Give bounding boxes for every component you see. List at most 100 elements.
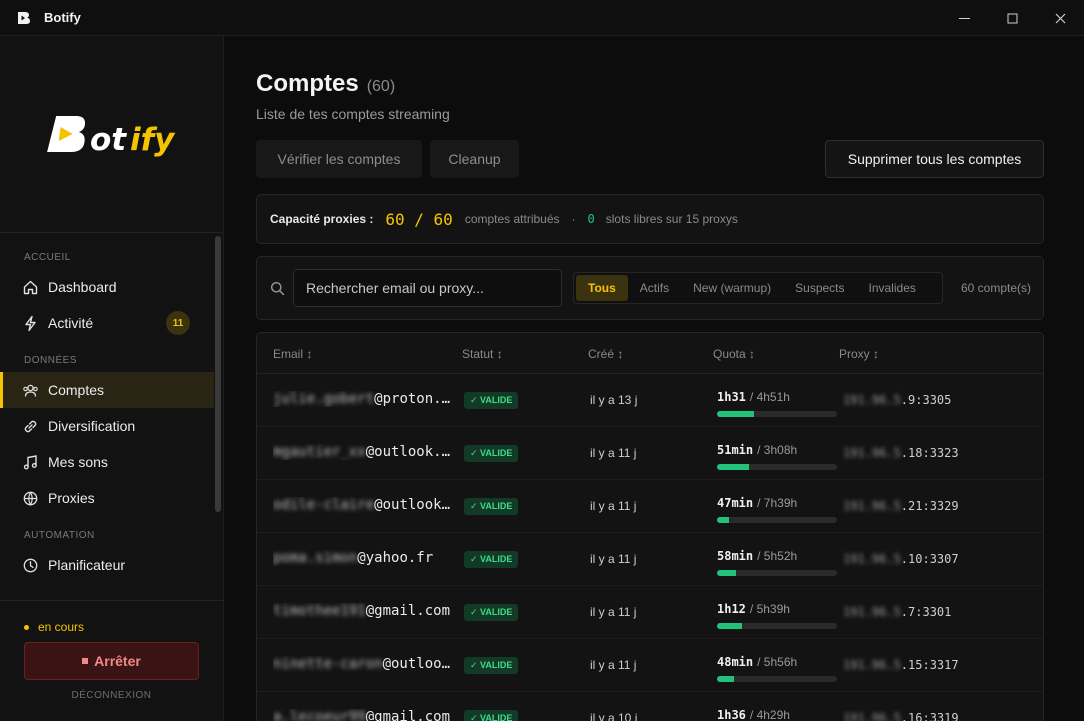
quota-total: / 7h39h (757, 496, 798, 510)
email-masked: poma.simon (273, 550, 358, 566)
column-header-proxy[interactable]: Proxy ↕ (839, 347, 879, 361)
sidebar-item-label: Activité (48, 315, 94, 331)
tab-new-warmup[interactable]: New (warmup) (681, 275, 783, 301)
sidebar-scrollbar[interactable] (214, 234, 222, 600)
account-email: julie.gobert@proton.… (273, 391, 453, 407)
table-row[interactable]: ninette-caron@outloo… ✓ VALIDE il y a 11… (257, 639, 1043, 692)
tab-actifs[interactable]: Actifs (628, 275, 681, 301)
stop-button[interactable]: Arrêter (24, 642, 199, 680)
account-quota: 1h12/ 5h39h (717, 600, 837, 629)
status-badge: ✓ VALIDE (464, 445, 519, 462)
search-input[interactable] (293, 269, 562, 307)
table-row[interactable]: odile-claire@outlook.… ✓ VALIDE il y a 1… (257, 480, 1043, 533)
sidebar-item-label: Diversification (48, 418, 136, 434)
sidebar-item-proxies[interactable]: Proxies (0, 480, 214, 516)
minimize-button[interactable] (940, 0, 988, 36)
svg-text:ot: ot (90, 122, 127, 158)
stop-icon (82, 658, 89, 664)
sidebar-item-diversification[interactable]: Diversification (0, 408, 214, 444)
capacity-value: 60 / 60 (385, 209, 453, 229)
table-row[interactable]: mgautier_xx@outlook.… ✓ VALIDE il y a 11… (257, 427, 1043, 480)
section-accueil: ACCUEIL (24, 252, 71, 263)
logout-link[interactable]: DÉCONNEXION (0, 690, 223, 701)
accounts-table: Email ↕ Statut ↕ Créé ↕ Quota ↕ Proxy ↕ … (256, 332, 1044, 721)
proxy-suffix: .18:3323 (900, 446, 959, 460)
email-masked: timothee191 (273, 603, 366, 619)
proxy-masked: 191.96.5 (843, 711, 901, 721)
quota-used: 58min (717, 549, 754, 563)
sidebar-scrollbar-thumb[interactable] (215, 236, 221, 512)
cleanup-button[interactable]: Cleanup (430, 140, 519, 178)
account-quota: 47min/ 7h39h (717, 494, 837, 523)
account-proxy: 191.96.5.10:3307 (843, 552, 959, 566)
email-domain: @proton.… (374, 391, 451, 407)
sidebar-item-comptes[interactable]: Comptes (0, 372, 214, 408)
column-header-quota[interactable]: Quota ↕ (713, 347, 755, 361)
window-title: Botify (44, 10, 81, 25)
account-quota: 51min/ 3h08h (717, 441, 837, 470)
email-masked: mgautier_xx (273, 444, 366, 460)
table-row[interactable]: poma.simon@yahoo.fr ✓ VALIDE il y a 11 j… (257, 533, 1043, 586)
column-header-email[interactable]: Email ↕ (273, 347, 312, 361)
verify-accounts-button[interactable]: Vérifier les comptes (256, 140, 422, 178)
quota-progress-fill (717, 411, 755, 417)
quota-progress-fill (717, 676, 734, 682)
section-automation: AUTOMATION (24, 530, 95, 541)
sidebar-item-label: Proxies (48, 490, 95, 506)
quota-used: 47min (717, 496, 754, 510)
title-bar: Botify (0, 0, 1084, 36)
activity-icon (25, 315, 36, 331)
sidebar-item-activite[interactable]: Activité 11 (0, 305, 214, 341)
status-badge: ✓ VALIDE (464, 710, 519, 721)
account-email: odile-claire@outlook.… (273, 497, 453, 513)
sidebar-item-mes-sons[interactable]: Mes sons (0, 444, 214, 480)
filter-bar: Tous Actifs New (warmup) Suspects Invali… (256, 256, 1044, 320)
proxy-masked: 191.96.5 (843, 605, 901, 619)
sidebar-item-label: Comptes (48, 382, 105, 398)
quota-used: 48min (717, 655, 754, 669)
sidebar-footer: en cours Arrêter DÉCONNEXION (0, 600, 223, 721)
sidebar-nav: ACCUEIL Dashboard Activité 11 DONNÉES Co… (0, 234, 214, 600)
close-button[interactable] (1036, 0, 1084, 36)
account-proxy: 191.96.5.9:3305 (843, 393, 951, 407)
status-badge: ✓ VALIDE (464, 498, 519, 515)
maximize-button[interactable] (988, 0, 1036, 36)
account-proxy: 191.96.5.16:3319 (843, 711, 959, 721)
column-header-cree[interactable]: Créé ↕ (588, 347, 623, 361)
quota-total: / 4h51h (749, 390, 790, 404)
link-icon (24, 420, 37, 432)
users-icon (23, 384, 38, 397)
table-row[interactable]: timothee191@gmail.com ✓ VALIDE il y a 11… (257, 586, 1043, 639)
email-masked: ninette-caron (273, 656, 383, 672)
quota-progress-bar (717, 676, 837, 682)
quota-progress-fill (717, 464, 750, 470)
quota-total: / 4h29h (749, 708, 790, 721)
delete-all-accounts-button[interactable]: Supprimer tous les comptes (825, 140, 1044, 178)
account-proxy: 191.96.5.15:3317 (843, 658, 959, 672)
tab-suspects[interactable]: Suspects (783, 275, 856, 301)
clock-icon (23, 558, 38, 572)
proxy-suffix: .7:3301 (900, 605, 952, 619)
quota-total: / 3h08h (757, 443, 798, 457)
sidebar-item-label: Planificateur (48, 557, 126, 573)
email-domain: @gmail.com (365, 603, 451, 619)
quota-total: / 5h52h (757, 549, 798, 563)
status-badge: ✓ VALIDE (464, 392, 519, 409)
music-icon (23, 454, 37, 469)
tab-tous[interactable]: Tous (576, 275, 628, 301)
quota-progress-bar (717, 411, 837, 417)
account-email: ninette-caron@outloo… (273, 656, 453, 672)
column-header-statut[interactable]: Statut ↕ (462, 347, 503, 361)
sidebar-item-planificateur[interactable]: Planificateur (0, 547, 214, 583)
table-row[interactable]: a.lecoeur99@gmail.com ✓ VALIDE il y a 10… (257, 692, 1043, 721)
quota-used: 1h31 (717, 390, 746, 404)
tab-invalides[interactable]: Invalides (857, 275, 928, 301)
bot-status: en cours (24, 620, 84, 634)
sidebar-item-dashboard[interactable]: Dashboard (0, 269, 214, 305)
stop-button-label: Arrêter (94, 653, 141, 669)
table-row[interactable]: julie.gobert@proton.… ✓ VALIDE il y a 13… (257, 374, 1043, 427)
botify-logo: ot ify (46, 116, 176, 158)
status-filter-tabs: Tous Actifs New (warmup) Suspects Invali… (573, 272, 943, 304)
home-icon (23, 280, 38, 294)
accounts-count: 60 compte(s) (960, 281, 1031, 295)
